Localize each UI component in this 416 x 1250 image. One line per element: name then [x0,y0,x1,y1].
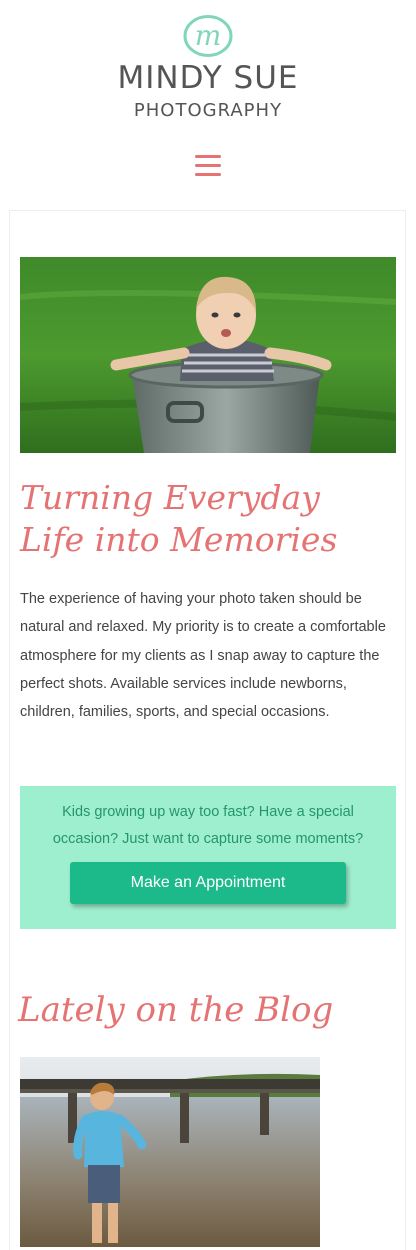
brand-subtitle[interactable]: PHOTOGRAPHY [0,100,416,121]
cta-text: Kids growing up way too fast? Have a spe… [52,804,364,847]
blog-post-image[interactable] [20,1057,320,1247]
hero-image [20,257,396,453]
cta-box: Kids growing up way too fast? Have a spe… [20,786,396,929]
blog-heading: Lately on the Blog [18,990,334,1030]
hero-heading: Turning Everyday Life into Memories [20,478,338,559]
hamburger-menu-icon[interactable] [195,155,221,177]
brand-name[interactable]: MINDY SUE [0,60,416,96]
site-header: m MINDY SUE PHOTOGRAPHY [0,0,416,210]
intro-paragraph: The experience of having your photo take… [20,591,386,721]
logo-mark-icon[interactable]: m [182,14,234,58]
main-content: Turning Everyday Life into Memories The … [9,210,406,1250]
make-appointment-button[interactable]: Make an Appointment [70,862,346,904]
logo-letter: m [195,19,222,52]
